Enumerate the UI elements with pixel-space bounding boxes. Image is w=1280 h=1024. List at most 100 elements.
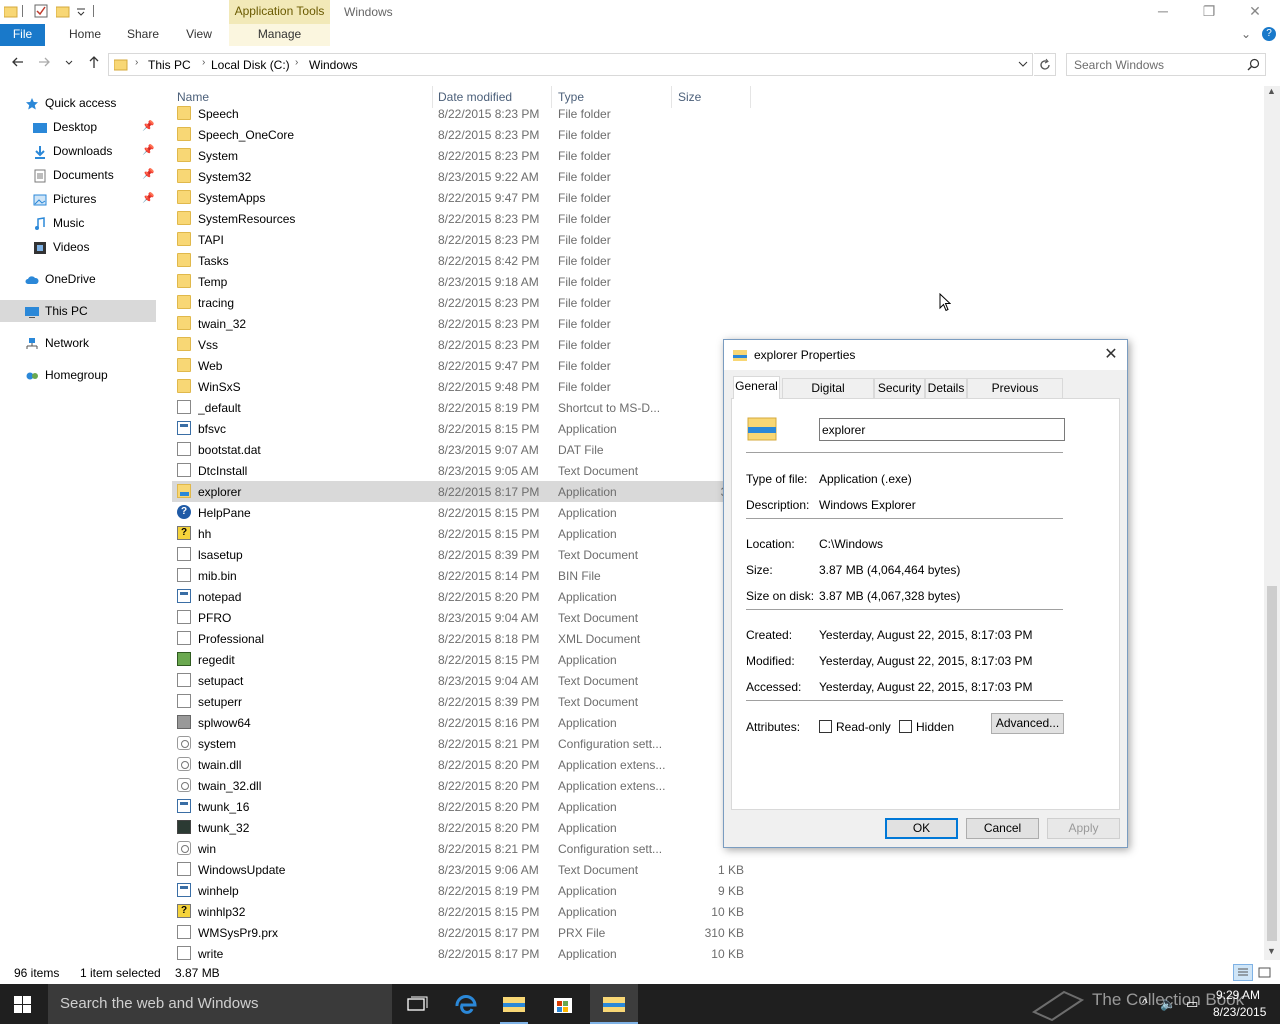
table-row[interactable]: Tasks 8/22/2015 8:42 PM File folder — [172, 250, 752, 271]
tab-home[interactable]: Home — [60, 24, 110, 46]
properties-icon[interactable] — [34, 4, 48, 18]
details-view-icon[interactable] — [1233, 964, 1253, 981]
readonly-checkbox[interactable] — [819, 720, 832, 733]
table-row[interactable]: bootstat.dat8/23/2015 9:07 AMDAT File6 — [172, 439, 752, 460]
sidebar-item-homegroup[interactable]: Homegroup — [0, 364, 156, 386]
sidebar-item-onedrive[interactable]: OneDrive — [0, 268, 156, 290]
table-row[interactable]: SystemResources 8/22/2015 8:23 PM File fol… — [172, 208, 752, 229]
table-row[interactable]: ?hh8/22/2015 8:15 PMApplication1 — [172, 523, 752, 544]
breadcrumb-separator[interactable]: › — [202, 57, 205, 68]
store-icon[interactable] — [549, 990, 577, 1018]
sidebar-item-desktop[interactable]: Desktop 📌 — [0, 116, 156, 138]
cancel-button[interactable]: Cancel — [966, 818, 1039, 839]
minimize-button[interactable]: ─ — [1140, 0, 1186, 24]
tab-security[interactable]: Security — [874, 378, 925, 398]
close-button[interactable]: ✕ — [1232, 0, 1278, 24]
search-box[interactable]: Search Windows — [1066, 53, 1266, 76]
table-row[interactable]: winhelp 8/22/2015 8:19 PM Application 9 KB — [172, 880, 752, 901]
table-row[interactable]: splwow648/22/2015 8:16 PMApplication10 — [172, 712, 752, 733]
sidebar-item-network[interactable]: Network — [0, 332, 156, 354]
breadcrumb-this-pc[interactable]: This PC — [148, 58, 191, 72]
table-row[interactable]: TAPI 8/22/2015 8:23 PM File folder — [172, 229, 752, 250]
table-row[interactable]: twunk_328/22/2015 8:20 PMApplication3 — [172, 817, 752, 838]
table-row[interactable]: tracing 8/22/2015 8:23 PM File folder — [172, 292, 752, 313]
breadcrumb-local-disk[interactable]: Local Disk (C:) — [211, 58, 290, 72]
help-badge[interactable]: ? — [1262, 27, 1276, 41]
table-row[interactable]: lsasetup 8/22/2015 8:39 PM Text Document — [172, 544, 752, 565]
sidebar-item-quick-access[interactable]: Quick access — [0, 92, 156, 114]
search-icon[interactable] — [1247, 58, 1260, 74]
table-row[interactable]: setupact 8/23/2015 9:04 AM Text Document — [172, 670, 752, 691]
tab-digital-signatures[interactable]: Digital Signatures — [782, 378, 874, 414]
sidebar-item-videos[interactable]: Videos — [0, 236, 156, 258]
apply-button[interactable]: Apply — [1047, 818, 1120, 839]
volume-icon[interactable]: 🔈 — [1160, 996, 1176, 1012]
large-icons-view-icon[interactable] — [1258, 966, 1272, 983]
table-row[interactable]: System32 8/23/2015 9:22 AM File folder — [172, 166, 752, 187]
table-row[interactable]: twunk_168/22/2015 8:20 PMApplication4 — [172, 796, 752, 817]
table-row[interactable]: write 8/22/2015 8:17 PM Application 10 KB — [172, 943, 752, 960]
hidden-label[interactable]: Hidden — [916, 720, 954, 734]
vertical-scrollbar[interactable]: ▲ ▼ — [1264, 86, 1280, 960]
table-row[interactable]: system 8/22/2015 8:21 PM Configuration set… — [172, 733, 752, 754]
table-row[interactable]: mib.bin8/22/2015 8:14 PMBIN File4 — [172, 565, 752, 586]
tab-share[interactable]: Share — [118, 24, 168, 46]
dialog-title-bar[interactable]: explorer Properties ✕ — [724, 340, 1127, 370]
tab-previous-versions[interactable]: Previous Versions — [967, 378, 1063, 414]
table-row[interactable]: Professional 8/22/2015 8:18 PM XML Documen… — [172, 628, 752, 649]
edge-browser-icon[interactable] — [452, 990, 480, 1018]
table-row[interactable]: bfsvc8/22/2015 8:15 PMApplication5 — [172, 418, 752, 439]
recent-locations-button[interactable] — [62, 55, 76, 73]
table-row[interactable]: WMSysPr9.prx 8/22/2015 8:17 PM PRX File 310… — [172, 922, 752, 943]
scroll-up-icon[interactable]: ▲ — [1267, 86, 1276, 96]
table-row[interactable]: ? winhlp32 8/22/2015 8:15 PM Application 10 … — [172, 901, 752, 922]
tab-view[interactable]: View — [176, 24, 222, 46]
sidebar-item-documents[interactable]: Documents 📌 — [0, 164, 156, 186]
new-folder-icon[interactable] — [55, 4, 70, 18]
back-button[interactable] — [8, 55, 28, 73]
table-row[interactable]: Vss 8/22/2015 8:23 PM File folder — [172, 334, 752, 355]
sidebar-item-downloads[interactable]: Downloads 📌 — [0, 140, 156, 162]
table-row[interactable]: twain_32.dll 8/22/2015 8:20 PM Application… — [172, 775, 752, 796]
table-row[interactable]: Speech 8/22/2015 8:23 PM File folder — [172, 103, 752, 124]
file-explorer-icon[interactable] — [500, 990, 528, 1024]
breadcrumb-separator[interactable]: › — [135, 57, 138, 68]
table-row[interactable]: _default 8/22/2015 8:19 PM Shortcut to MS-… — [172, 397, 752, 418]
table-row[interactable]: Web 8/22/2015 9:47 PM File folder — [172, 355, 752, 376]
table-row[interactable]: win 8/22/2015 8:21 PM Configuration sett..… — [172, 838, 752, 859]
dialog-close-button[interactable]: ✕ — [1098, 343, 1124, 367]
table-row[interactable]: WindowsUpdate 8/23/2015 9:06 AM Text Docum… — [172, 859, 752, 880]
refresh-button[interactable] — [1034, 53, 1056, 76]
breadcrumb-windows[interactable]: Windows — [309, 58, 358, 72]
tab-general[interactable]: General — [733, 376, 780, 399]
show-hidden-icons[interactable]: ^ — [1142, 996, 1148, 1010]
customize-toolbar-icon[interactable] — [76, 4, 90, 18]
table-row[interactable]: System 8/22/2015 8:23 PM File folder — [172, 145, 752, 166]
table-row[interactable]: PFRO 8/23/2015 9:04 AM Text Document — [172, 607, 752, 628]
table-row[interactable]: regedit8/22/2015 8:15 PMApplication13 — [172, 649, 752, 670]
notifications-icon[interactable]: ▭ — [1186, 996, 1198, 1012]
sidebar-item-this-pc[interactable]: This PC — [0, 300, 156, 322]
address-dropdown-icon[interactable] — [1017, 58, 1029, 73]
search-input[interactable]: Search Windows — [1074, 58, 1164, 72]
clock-date[interactable]: 8/23/2015 — [1213, 1005, 1266, 1019]
taskbar-search-box[interactable]: Search the web and Windows — [48, 984, 392, 1024]
address-bar[interactable]: › This PC › Local Disk (C:) › Windows — [108, 53, 1033, 76]
table-row[interactable]: twain.dll 8/22/2015 8:20 PM Application ex… — [172, 754, 752, 775]
table-row[interactable]: WinSxS 8/22/2015 9:48 PM File folder — [172, 376, 752, 397]
up-button[interactable] — [84, 55, 104, 73]
table-row[interactable]: setuperr 8/22/2015 8:39 PM Text Document — [172, 691, 752, 712]
sidebar-item-pictures[interactable]: Pictures 📌 — [0, 188, 156, 210]
forward-button[interactable] — [34, 55, 54, 73]
filename-field[interactable] — [819, 418, 1065, 441]
scroll-down-icon[interactable]: ▼ — [1267, 946, 1276, 956]
scrollbar-thumb[interactable] — [1267, 586, 1277, 941]
windows-start-icon[interactable] — [14, 996, 32, 1017]
tab-manage[interactable]: Manage — [229, 24, 330, 46]
tab-file[interactable]: File — [0, 24, 45, 46]
sidebar-item-music[interactable]: Music — [0, 212, 156, 234]
table-row[interactable]: ?HelpPane8/22/2015 8:15 PMApplication87 — [172, 502, 752, 523]
table-row[interactable]: explorer8/22/2015 8:17 PMApplication3,97 — [172, 481, 752, 502]
table-row[interactable]: DtcInstall 8/23/2015 9:05 AM Text Document — [172, 460, 752, 481]
table-row[interactable]: Speech_OneCore 8/22/2015 8:23 PM File fold… — [172, 124, 752, 145]
